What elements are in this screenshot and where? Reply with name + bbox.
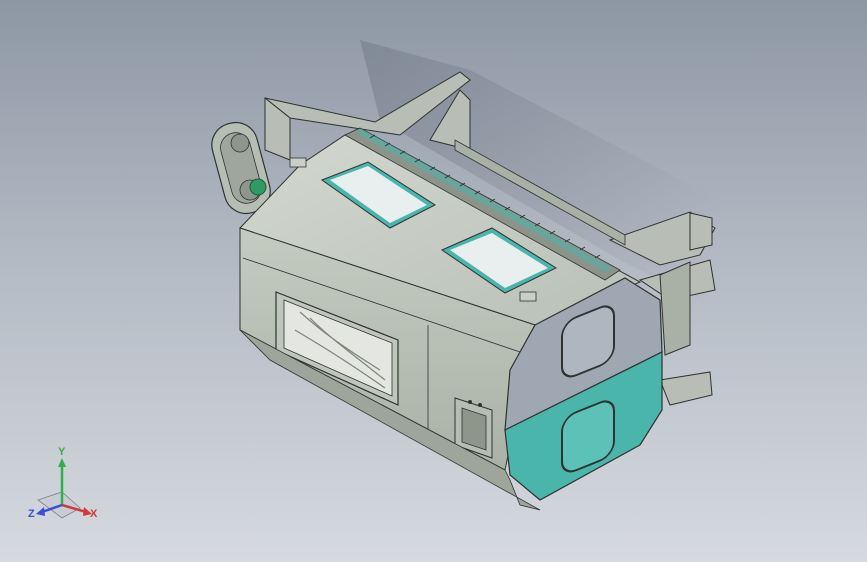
x-axis-label: X — [90, 508, 98, 520]
cad-viewport[interactable]: Y X Z — [0, 0, 867, 562]
top-tab-rear — [289, 157, 307, 168]
view-orientation-triad[interactable]: Y X Z — [0, 440, 110, 562]
machine-model[interactable] — [0, 0, 867, 562]
y-axis-arrow — [58, 458, 66, 467]
top-tab-front — [519, 291, 537, 302]
end-bracket — [659, 261, 691, 356]
y-axis-label: Y — [58, 446, 66, 458]
z-axis-label: Z — [28, 508, 35, 520]
z-axis-arrow — [36, 507, 45, 516]
